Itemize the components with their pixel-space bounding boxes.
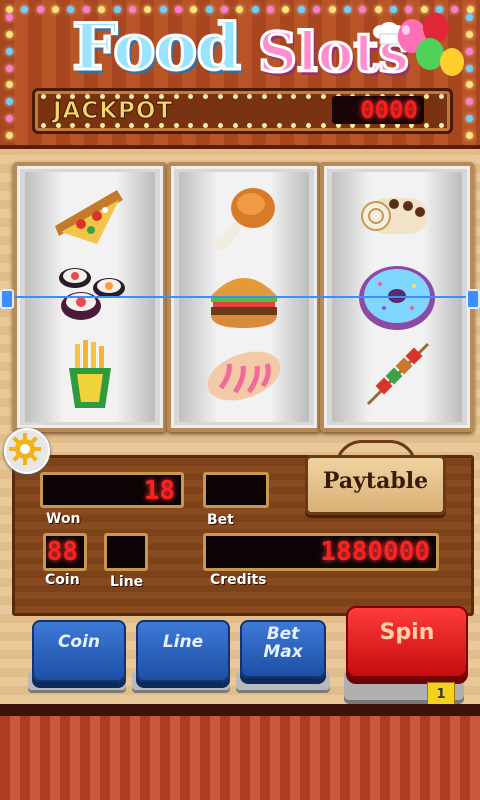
pizza-slice-icon — [55, 190, 123, 244]
payline-marker-right — [466, 289, 480, 309]
game-logo: Food Slots — [62, 8, 422, 87]
coin-display: 88 — [43, 533, 87, 571]
jackpot-value-display: 0000 — [332, 96, 424, 124]
coin-label: Coin — [45, 572, 80, 588]
line-button-label: Line — [162, 632, 204, 652]
line-display — [104, 533, 148, 571]
spin-button[interactable]: Spin — [346, 606, 468, 678]
won-label: Won — [46, 511, 81, 527]
credits-label: Credits — [210, 572, 267, 588]
stage-trim — [0, 704, 480, 716]
stage-floor — [0, 704, 480, 800]
payline — [0, 296, 480, 298]
bet-max-label-line2: Max — [263, 642, 303, 662]
balloons-icon — [398, 13, 464, 76]
bread-loaf-icon — [207, 351, 281, 401]
marquee-lights-left — [6, 14, 14, 139]
gear-icon — [9, 433, 41, 465]
swiss-roll-icon — [361, 198, 428, 234]
french-fries-icon — [69, 340, 111, 408]
line-label: Line — [110, 574, 144, 590]
header-marquee: Food Slots JACKPOT 0000 — [0, 0, 480, 149]
bet-label: Bet — [207, 512, 234, 528]
settings-gear-button[interactable] — [4, 428, 50, 474]
coin-button[interactable]: Coin — [32, 620, 126, 682]
won-display: 18 — [40, 472, 184, 508]
kebab-skewer-icon — [366, 342, 430, 406]
spin-button-label: Spin — [379, 620, 435, 645]
logo-word-food: Food — [70, 9, 242, 87]
jackpot-board: JACKPOT 0000 — [32, 88, 453, 134]
chicken-drumstick-icon — [215, 188, 275, 250]
jackpot-label: JACKPOT — [52, 98, 174, 125]
line-button[interactable]: Line — [136, 620, 230, 682]
bet-display — [203, 472, 269, 508]
credits-display: 1880000 — [203, 533, 439, 571]
paytable-button[interactable]: Paytable — [305, 455, 446, 515]
coin-button-label: Coin — [57, 632, 101, 652]
paytable-label: Paytable — [322, 468, 429, 494]
donut-icon — [359, 266, 435, 330]
payline-marker-left — [0, 289, 14, 309]
sushi-rolls-icon — [59, 268, 125, 320]
bet-max-label-line1: Bet — [266, 624, 300, 644]
bet-max-button[interactable]: Bet Max — [240, 620, 326, 678]
burger-icon — [211, 278, 277, 328]
